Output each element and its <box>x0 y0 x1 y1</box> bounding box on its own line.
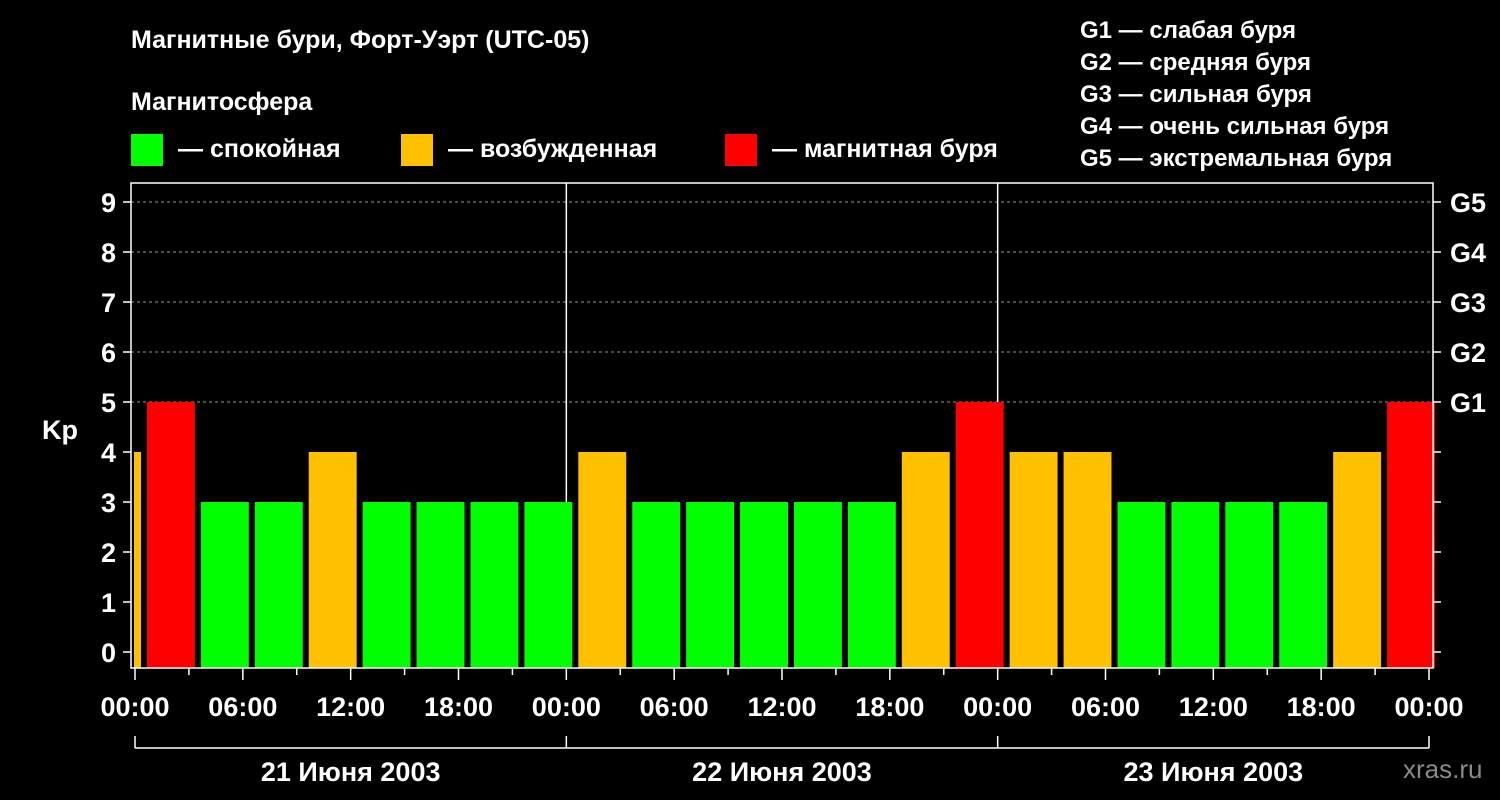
kp-bar <box>1171 502 1220 668</box>
legend-swatch-quiet <box>131 134 163 166</box>
x-tick-label: 00:00 <box>100 692 169 722</box>
y-tick-label: 7 <box>101 288 116 318</box>
storm-legend-g4: G4 — очень сильная буря <box>1080 113 1389 140</box>
x-tick-label: 18:00 <box>424 692 493 722</box>
legend-swatch-storm <box>725 134 757 166</box>
kp-bar <box>146 402 195 668</box>
legend-swatch-active <box>401 134 433 166</box>
kp-bar <box>524 502 573 668</box>
kp-bar <box>308 452 357 668</box>
x-tick-label: 12:00 <box>316 692 385 722</box>
day-label: 21 Июня 2003 <box>261 757 441 787</box>
y-tick-label: 6 <box>101 338 116 368</box>
kp-bar <box>254 502 303 668</box>
x-tick-label: 12:00 <box>1179 692 1248 722</box>
kp-bar <box>740 502 788 668</box>
legend-label-storm: — магнитная буря <box>772 135 998 163</box>
y-tick-label: 1 <box>101 588 116 618</box>
x-tick-label: 06:00 <box>1071 692 1140 722</box>
storm-legend-g1: G1 — слабая буря <box>1080 17 1296 44</box>
y-tick-label: 3 <box>101 488 116 518</box>
kp-bar <box>901 452 950 668</box>
y-tick-label: 8 <box>101 238 116 268</box>
kp-bar <box>1063 452 1112 668</box>
g-scale-label: G2 <box>1450 338 1486 368</box>
g-scale-label: G1 <box>1450 388 1486 418</box>
kp-bar <box>416 502 465 668</box>
kp-bar <box>793 502 842 668</box>
kp-bar <box>200 502 249 668</box>
x-tick-label: 00:00 <box>1394 692 1463 722</box>
kp-bar <box>1387 402 1435 668</box>
kp-bar <box>578 452 627 668</box>
legend: — спокойная — возбужденная — магнитная б… <box>131 134 998 166</box>
kp-bar <box>1279 502 1328 668</box>
x-tick-label: 06:00 <box>640 692 709 722</box>
x-tick-label: 00:00 <box>963 692 1032 722</box>
g-scale-label: G4 <box>1450 238 1486 268</box>
kp-bar <box>1333 452 1382 668</box>
y-tick-label: 5 <box>101 388 116 418</box>
legend-label-quiet: — спокойная <box>178 135 341 163</box>
kp-chart: Магнитные бури, Форт-Уэрт (UTC-05) Магни… <box>0 0 1500 800</box>
y-axis-label: Kp <box>42 415 78 445</box>
day-label: 23 Июня 2003 <box>1124 757 1304 787</box>
y-tick-label: 0 <box>101 638 116 668</box>
kp-bar <box>362 502 411 668</box>
kp-bar <box>1225 502 1274 668</box>
kp-bar <box>632 502 681 668</box>
kp-bar <box>955 402 1004 668</box>
kp-bar <box>134 452 141 668</box>
x-tick-label: 18:00 <box>855 692 924 722</box>
x-tick-label: 06:00 <box>208 692 277 722</box>
kp-bar <box>686 502 735 668</box>
kp-bar <box>1009 452 1058 668</box>
kp-bar <box>847 502 896 668</box>
x-tick-label: 12:00 <box>747 692 816 722</box>
x-tick-label: 18:00 <box>1287 692 1356 722</box>
chart-subtitle: Магнитосфера <box>131 88 313 116</box>
g-scale-label: G3 <box>1450 288 1486 318</box>
storm-legend-g3: G3 — сильная буря <box>1080 81 1312 108</box>
x-tick-label: 00:00 <box>532 692 601 722</box>
day-label: 22 Июня 2003 <box>692 757 872 787</box>
storm-legend-g5: G5 — экстремальная буря <box>1080 145 1392 172</box>
kp-bar <box>1117 502 1166 668</box>
y-tick-label: 9 <box>101 188 116 218</box>
watermark: xras.ru <box>1403 754 1482 784</box>
storm-legend-g2: G2 — средняя буря <box>1080 49 1311 76</box>
chart-title: Магнитные бури, Форт-Уэрт (UTC-05) <box>131 26 589 54</box>
y-tick-label: 4 <box>101 438 116 468</box>
kp-bar <box>470 502 519 668</box>
g-scale-label: G5 <box>1450 188 1486 218</box>
legend-label-active: — возбужденная <box>448 135 657 163</box>
y-tick-label: 2 <box>101 538 116 568</box>
